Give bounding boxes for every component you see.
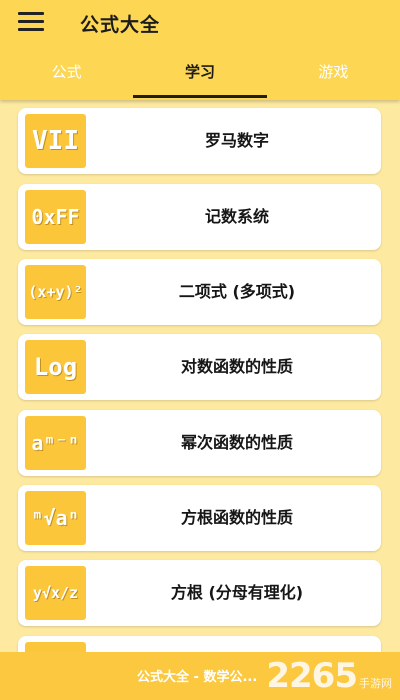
list-item-label: 方根 (分母有理化) [170, 583, 304, 602]
topic-list: VII 罗马数字 0xFF 记数系统 (x+y)² 二项式 (多项式) Log … [0, 100, 400, 652]
list-item-label: 方根函数的性质 [180, 508, 293, 527]
watermark-sub: 手游网 [359, 677, 392, 690]
list-item-number-systems[interactable]: 0xFF 记数系统 [18, 184, 381, 250]
tab-games[interactable]: 游戏 [267, 52, 400, 98]
list-item-power-function[interactable]: aᵐ⁻ⁿ 幂次函数的性质 [18, 410, 381, 476]
power-icon: aᵐ⁻ⁿ [25, 416, 86, 470]
list-item-label: 二项式 (多项式) [178, 282, 296, 301]
roman-numeral-icon: VII [25, 114, 86, 168]
watermark-main: 2265 [266, 656, 358, 696]
partial-icon [25, 642, 86, 652]
tab-formulas[interactable]: 公式 [0, 52, 133, 98]
tab-bar: 公式 学习 游戏 [0, 52, 400, 98]
log-icon: Log [25, 340, 86, 394]
list-item-root-function[interactable]: ᵐ√aⁿ 方根函数的性质 [18, 485, 381, 551]
root-icon: ᵐ√aⁿ [25, 491, 86, 545]
app-bar: 公式大全 公式 学习 游戏 [0, 0, 400, 100]
fraction-root-icon: y√x/z [25, 566, 86, 620]
binomial-icon: (x+y)² [25, 265, 86, 319]
watermark-logo: 2265 手游网 [266, 656, 392, 696]
tab-learning[interactable]: 学习 [133, 52, 267, 98]
footer-text: 公式大全 - 数学公... [137, 670, 258, 685]
list-item-label: 对数函数的性质 [180, 357, 293, 376]
list-item-logarithm[interactable]: Log 对数函数的性质 [18, 334, 381, 400]
list-item-partial[interactable] [18, 636, 381, 652]
app-title: 公式大全 [80, 14, 161, 36]
list-item-label: 幂次函数的性质 [180, 433, 293, 452]
list-item-binomial[interactable]: (x+y)² 二项式 (多项式) [18, 259, 381, 325]
list-item-rationalize[interactable]: y√x/z 方根 (分母有理化) [18, 560, 381, 626]
hex-number-icon: 0xFF [25, 190, 86, 244]
list-item-label: 罗马数字 [204, 131, 269, 150]
list-item-label: 记数系统 [204, 207, 269, 226]
footer-bar: 公式大全 - 数学公... 2265 手游网 [0, 652, 400, 700]
menu-icon[interactable] [18, 12, 44, 32]
list-item-roman-numerals[interactable]: VII 罗马数字 [18, 108, 381, 174]
